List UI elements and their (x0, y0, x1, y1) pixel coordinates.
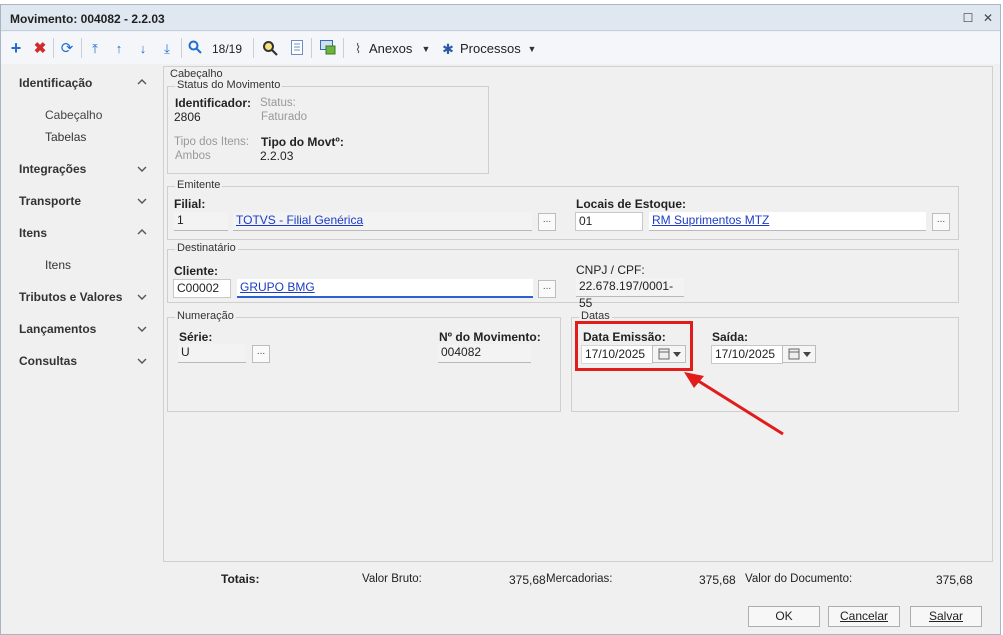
toolbar: + ✖ ⟳ ⤒ ↑ ↓ ⤓ 18/19 ⌇ Anexos ▼ ✱ Process… (1, 32, 1000, 64)
cliente-label: Cliente: (174, 264, 219, 278)
sidebar-subitem-cabecalho[interactable]: Cabeçalho (45, 108, 102, 122)
anexos-dropdown-icon[interactable]: ▼ (421, 40, 431, 58)
numeracao-legend: Numeração (175, 310, 236, 322)
first-record-icon[interactable]: ⤒ (87, 40, 103, 58)
chevron-down-icon[interactable] (136, 291, 148, 303)
annotation-arrow (684, 372, 784, 436)
cancelar-button[interactable]: Cancelar (828, 606, 900, 627)
cliente-name-field[interactable]: GRUPO BMG (237, 279, 533, 298)
chevron-down-icon[interactable] (136, 355, 148, 367)
paperclip-icon[interactable]: ⌇ (351, 40, 365, 58)
status-value: Faturado (261, 111, 308, 123)
valor-bruto-label: Valor Bruto: (362, 573, 422, 585)
totais-label: Totais: (221, 572, 260, 586)
refresh-icon[interactable]: ⟳ (59, 40, 75, 58)
sidebar-item-tributos[interactable]: Tributos e Valores (19, 290, 122, 304)
status-label: Status: (260, 97, 296, 109)
annotation-highlight-box (575, 321, 693, 371)
window-title: Movimento: 004082 - 2.2.03 (10, 12, 165, 26)
toolbar-separator (253, 38, 254, 58)
processos-dropdown-icon[interactable]: ▼ (527, 40, 537, 58)
tipo-itens-value: Ambos (175, 150, 211, 162)
screen-export-icon[interactable] (319, 40, 337, 58)
sidebar-item-identificacao[interactable]: Identificação (19, 76, 92, 90)
chevron-down-icon[interactable] (136, 195, 148, 207)
maximize-icon[interactable]: ☐ (961, 11, 975, 25)
anexos-menu[interactable]: Anexos (369, 40, 415, 58)
locais-estoque-lookup-button[interactable]: ... (932, 213, 950, 231)
valor-bruto-value: 375,68 (509, 573, 546, 587)
toolbar-separator (311, 38, 312, 58)
chevron-up-icon[interactable] (136, 226, 148, 238)
valor-documento-label: Valor do Documento: (745, 573, 853, 585)
title-bar: Movimento: 004082 - 2.2.03 ☐ ✕ (1, 5, 1000, 31)
zoom-search-icon[interactable] (261, 40, 279, 58)
sidebar-item-integracoes[interactable]: Integrações (19, 162, 86, 176)
toolbar-separator (343, 38, 344, 58)
record-counter: 18/19 (211, 42, 243, 56)
locais-estoque-name-field[interactable]: RM Suprimentos MTZ (649, 212, 926, 231)
valor-documento-value: 375,68 (936, 573, 973, 587)
saida-field[interactable]: 17/10/2025 (711, 345, 783, 364)
sidebar-item-itens[interactable]: Itens (19, 226, 47, 240)
status-group-legend: Status do Movimento (175, 79, 283, 91)
emitente-legend: Emitente (175, 179, 223, 191)
cnpj-label: CNPJ / CPF: (576, 263, 645, 277)
numero-movimento-field[interactable]: 004082 (438, 344, 531, 363)
filial-label: Filial: (174, 197, 206, 211)
toolbar-separator (53, 38, 54, 58)
document-list-icon[interactable] (289, 40, 305, 58)
chevron-down-icon[interactable] (136, 163, 148, 175)
serie-lookup-button[interactable]: ... (252, 345, 270, 363)
identificador-value: 2806 (174, 110, 201, 124)
sidebar-item-consultas[interactable]: Consultas (19, 354, 77, 368)
saida-label: Saída: (712, 330, 749, 344)
last-record-icon[interactable]: ⤓ (159, 40, 175, 58)
cliente-lookup-button[interactable]: ... (538, 280, 556, 298)
cliente-code-field[interactable]: C00002 (173, 279, 231, 298)
toolbar-separator (81, 38, 82, 58)
close-icon[interactable]: ✕ (981, 11, 995, 25)
numero-movimento-label: Nº do Movimento: (439, 330, 541, 344)
sidebar-subitem-itens[interactable]: Itens (45, 258, 71, 272)
salvar-button[interactable]: Salvar (910, 606, 982, 627)
next-record-icon[interactable]: ↓ (135, 40, 151, 58)
filial-name-field[interactable]: TOTVS - Filial Genérica (233, 212, 532, 231)
delete-icon[interactable]: ✖ (32, 40, 48, 58)
mercadorias-label: Mercadorias: (546, 573, 613, 585)
identificador-label: Identificador: (175, 96, 252, 110)
sidebar-subitem-tabelas[interactable]: Tabelas (45, 130, 86, 144)
tipo-movto-label: Tipo do Movtº: (261, 135, 344, 149)
tipo-itens-label: Tipo dos Itens: (174, 136, 250, 148)
saida-calendar-button[interactable] (782, 345, 816, 363)
destinatario-legend: Destinatário (175, 242, 238, 254)
toolbar-separator (181, 38, 182, 58)
filial-lookup-button[interactable]: ... (538, 213, 556, 231)
ok-button[interactable]: OK (748, 606, 820, 627)
sidebar-item-transporte[interactable]: Transporte (19, 194, 81, 208)
chevron-down-icon[interactable] (136, 323, 148, 335)
gear-icon[interactable]: ✱ (441, 40, 455, 58)
locais-estoque-code-field[interactable]: 01 (575, 212, 643, 231)
processos-menu[interactable]: Processos (460, 40, 522, 58)
add-icon[interactable]: + (8, 39, 24, 58)
serie-label: Série: (179, 330, 213, 344)
tipo-movto-value: 2.2.03 (260, 149, 294, 163)
previous-record-icon[interactable]: ↑ (111, 40, 127, 58)
filial-code-field[interactable]: 1 (174, 212, 228, 231)
search-icon[interactable] (187, 40, 203, 58)
serie-field[interactable]: U (178, 344, 246, 363)
sidebar-item-lancamentos[interactable]: Lançamentos (19, 322, 96, 336)
mercadorias-value: 375,68 (699, 573, 736, 587)
locais-estoque-label: Locais de Estoque: (576, 197, 687, 211)
cnpj-field[interactable]: 22.678.197/0001-55 (576, 278, 684, 310)
chevron-up-icon[interactable] (136, 76, 148, 88)
